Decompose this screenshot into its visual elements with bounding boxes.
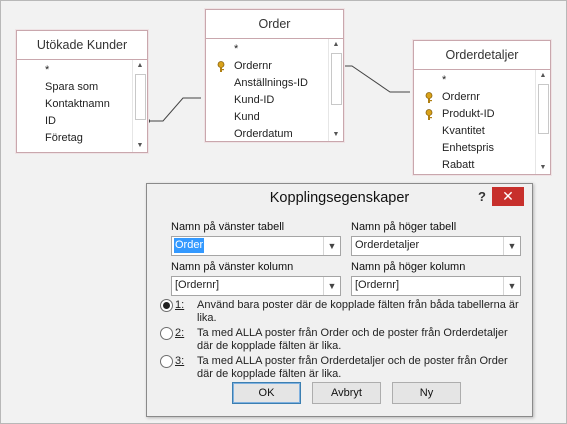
field-item[interactable]: * — [206, 41, 329, 58]
chevron-down-icon[interactable]: ▼ — [323, 237, 340, 255]
table-title[interactable]: Order — [206, 10, 343, 39]
left-column-value: [Ordernr] — [175, 279, 220, 291]
key-icon — [217, 61, 225, 72]
join-option-3-radio[interactable] — [160, 355, 173, 368]
field-item[interactable]: Kund-ID — [206, 92, 329, 109]
join-properties-dialog: Kopplingsegenskaper ? ✕ Namn på vänster … — [146, 183, 533, 417]
new-button[interactable]: Ny — [392, 382, 461, 404]
field-item[interactable]: Enhetspris — [414, 140, 536, 157]
join-option-1-radio[interactable] — [160, 299, 173, 312]
table-box-utokade-kunder[interactable]: Utökade Kunder * Spara som Kontaktnamn I… — [16, 30, 148, 153]
close-button[interactable]: ✕ — [492, 187, 524, 206]
field-item[interactable]: * — [17, 62, 133, 79]
field-list-scrollbar[interactable]: ▲ ▼ — [132, 60, 147, 152]
right-table-label: Namn på höger tabell — [351, 221, 457, 233]
table-title[interactable]: Orderdetaljer — [414, 41, 550, 70]
field-item[interactable]: Företag — [17, 130, 133, 147]
field-item[interactable]: Orderdatum — [206, 126, 329, 141]
field-label: Produkt-ID — [442, 108, 495, 120]
right-column-value: [Ordernr] — [355, 279, 400, 291]
join-option-2-radio[interactable] — [160, 327, 173, 340]
field-item-key[interactable]: Ordernr — [414, 89, 536, 106]
option-line: Ta med ALLA poster från Order och de pos… — [197, 327, 508, 339]
right-column-select[interactable]: [Ordernr] ▼ — [351, 276, 521, 296]
chevron-down-icon[interactable]: ▼ — [503, 277, 520, 295]
dialog-title: Kopplingsegenskaper — [269, 190, 410, 206]
scroll-thumb[interactable] — [538, 84, 549, 134]
field-item[interactable]: Kvantitet — [414, 123, 536, 140]
scroll-thumb[interactable] — [331, 53, 342, 105]
field-item[interactable]: ID — [17, 113, 133, 130]
chevron-down-icon[interactable]: ▼ — [323, 277, 340, 295]
right-table-select[interactable]: Orderdetaljer ▼ — [351, 236, 521, 256]
field-list-scrollbar[interactable]: ▲ ▼ — [328, 39, 343, 141]
join-option-1-number: 1: — [175, 299, 185, 311]
field-item[interactable]: * — [414, 72, 536, 89]
field-item[interactable]: Anställnings-ID — [206, 75, 329, 92]
help-icon[interactable]: ? — [478, 189, 486, 204]
left-table-label: Namn på vänster tabell — [171, 221, 285, 233]
arrow-down-icon[interactable]: ▼ — [536, 162, 550, 174]
join-option-3-number: 3: — [175, 355, 185, 367]
option-line: där de kopplade fälten är lika. — [197, 340, 342, 352]
cancel-button[interactable]: Avbryt — [312, 382, 381, 404]
right-column-label: Namn på höger kolumn — [351, 261, 466, 273]
key-icon — [425, 92, 433, 103]
arrow-up-icon[interactable]: ▲ — [329, 39, 343, 51]
field-label: Ordernr — [234, 60, 272, 72]
field-item[interactable]: Kontaktnamn — [17, 96, 133, 113]
left-table-select[interactable]: Order ▼ — [171, 236, 341, 256]
table-box-order[interactable]: Order * Ordernr Anställnings-ID Kund-ID … — [205, 9, 344, 142]
join-line-order-orderdetaljer — [342, 65, 410, 93]
field-item-key[interactable]: Produkt-ID — [414, 106, 536, 123]
key-icon — [425, 109, 433, 120]
join-option-1-text: Använd bara poster där de kopplade fälte… — [197, 299, 537, 325]
field-label: Ordernr — [442, 91, 480, 103]
field-list-scrollbar[interactable]: ▲ ▼ — [535, 70, 550, 174]
left-column-select[interactable]: [Ordernr] ▼ — [171, 276, 341, 296]
field-item-key[interactable]: Ordernr — [206, 58, 329, 75]
table-box-orderdetaljer[interactable]: Orderdetaljer * Ordernr Produkt-ID Kvant… — [413, 40, 551, 175]
field-item[interactable]: Kund — [206, 109, 329, 126]
arrow-down-icon[interactable]: ▼ — [133, 140, 147, 152]
option-line: där de kopplade fälten är lika. — [197, 368, 342, 380]
join-line-kunder-order — [148, 97, 201, 122]
chevron-down-icon[interactable]: ▼ — [503, 237, 520, 255]
option-line: lika. — [197, 312, 217, 324]
table-title[interactable]: Utökade Kunder — [17, 31, 147, 60]
scroll-thumb[interactable] — [135, 74, 146, 120]
field-item[interactable]: Rabatt — [414, 157, 536, 174]
right-table-value: Orderdetaljer — [355, 239, 420, 251]
option-line: Ta med ALLA poster från Orderdetaljer oc… — [197, 355, 508, 367]
ok-button[interactable]: OK — [232, 382, 301, 404]
join-option-2-text: Ta med ALLA poster från Order och de pos… — [197, 327, 537, 353]
field-item[interactable]: Spara som — [17, 79, 133, 96]
join-option-2-number: 2: — [175, 327, 185, 339]
arrow-up-icon[interactable]: ▲ — [133, 60, 147, 72]
left-column-label: Namn på vänster kolumn — [171, 261, 294, 273]
arrow-down-icon[interactable]: ▼ — [329, 129, 343, 141]
option-line: Använd bara poster där de kopplade fälte… — [197, 299, 519, 311]
arrow-up-icon[interactable]: ▲ — [536, 70, 550, 82]
left-table-value: Order — [174, 238, 205, 253]
join-option-3-text: Ta med ALLA poster från Orderdetaljer oc… — [197, 355, 537, 381]
